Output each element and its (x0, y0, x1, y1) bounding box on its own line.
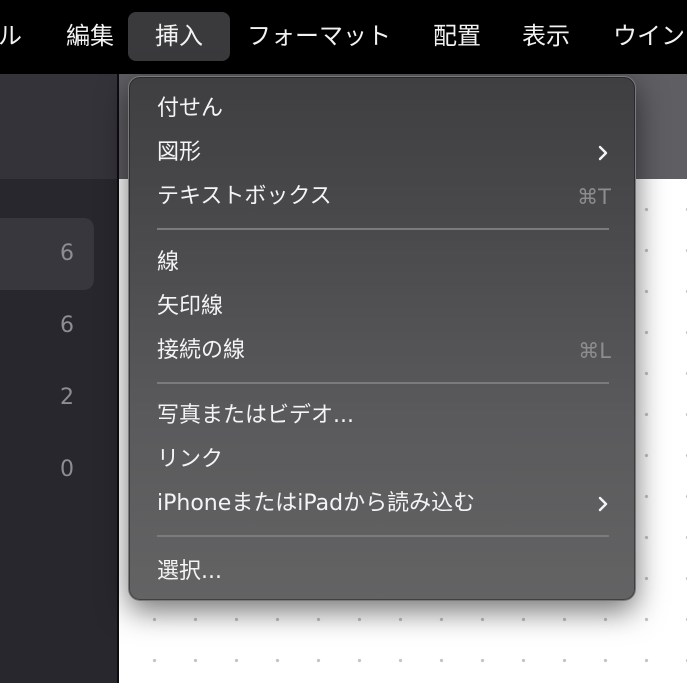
chevron-right-icon (598, 496, 608, 512)
menu-item-label: リンク (157, 447, 224, 472)
menu-separator (157, 382, 609, 384)
insert-menu-dropdown: 付せん 図形 テキストボックス ⌘T 線 矢印線 接続の線 ⌘L 写真またはビデ… (128, 76, 636, 601)
menu-item-arrow-line[interactable]: 矢印線 (157, 287, 611, 327)
menu-item-label: 付せん (157, 96, 224, 121)
menu-insert[interactable]: 挿入 (128, 12, 230, 61)
sidebar-item[interactable]: 6 (0, 218, 94, 290)
sidebar: 6 6 2 0 (0, 179, 117, 683)
menu-separator (157, 228, 609, 230)
menu-item-label: テキストボックス (157, 184, 332, 209)
menu-item-import-from-device[interactable]: iPhoneまたはiPadから読み込む (157, 484, 611, 524)
menu-item-link[interactable]: リンク (157, 440, 611, 480)
menu-view[interactable]: 表示 (522, 12, 570, 61)
menu-item-label: 選択... (157, 559, 222, 584)
sidebar-item[interactable]: 2 (0, 362, 94, 434)
sidebar-item-count: 2 (60, 385, 74, 410)
menu-arrange[interactable]: 配置 (433, 12, 481, 61)
menu-item-label: 図形 (157, 140, 202, 165)
menu-item-sticky-note[interactable]: 付せん (157, 89, 611, 129)
menu-tool[interactable]: ル (0, 12, 22, 61)
menu-item-line[interactable]: 線 (157, 243, 611, 283)
menu-separator (157, 535, 609, 537)
menu-item-select[interactable]: 選択... (157, 552, 611, 592)
menu-item-shape[interactable]: 図形 (157, 133, 611, 173)
menu-item-label: 接続の線 (157, 338, 246, 363)
app-window: ル 編集 挿入 フォーマット 配置 表示 ウイン 6 6 2 0 付せん 図形 (0, 0, 687, 683)
menu-item-connector-line[interactable]: 接続の線 ⌘L (157, 331, 611, 371)
menu-item-text-box[interactable]: テキストボックス ⌘T (157, 177, 611, 217)
menu-item-label: 線 (157, 250, 180, 275)
sidebar-item-count: 6 (60, 241, 74, 266)
menu-item-photo-or-video[interactable]: 写真またはビデオ... (157, 396, 611, 436)
menu-item-label: 矢印線 (157, 294, 224, 319)
sidebar-item[interactable]: 0 (0, 434, 94, 506)
sidebar-item[interactable]: 6 (0, 290, 94, 362)
menu-item-shortcut: ⌘L (578, 339, 611, 363)
menu-window[interactable]: ウイン (613, 12, 685, 61)
chevron-right-icon (598, 145, 608, 161)
menu-format[interactable]: フォーマット (247, 12, 391, 61)
sidebar-item-count: 0 (60, 457, 74, 482)
menu-item-shortcut: ⌘T (577, 185, 611, 209)
menu-item-label: iPhoneまたはiPadから読み込む (157, 491, 476, 516)
menu-bar: ル 編集 挿入 フォーマット 配置 表示 ウイン (0, 0, 687, 74)
sidebar-header (0, 74, 117, 179)
menu-edit[interactable]: 編集 (66, 12, 114, 61)
menu-item-label: 写真またはビデオ... (157, 403, 354, 428)
sidebar-item-count: 6 (60, 313, 74, 338)
